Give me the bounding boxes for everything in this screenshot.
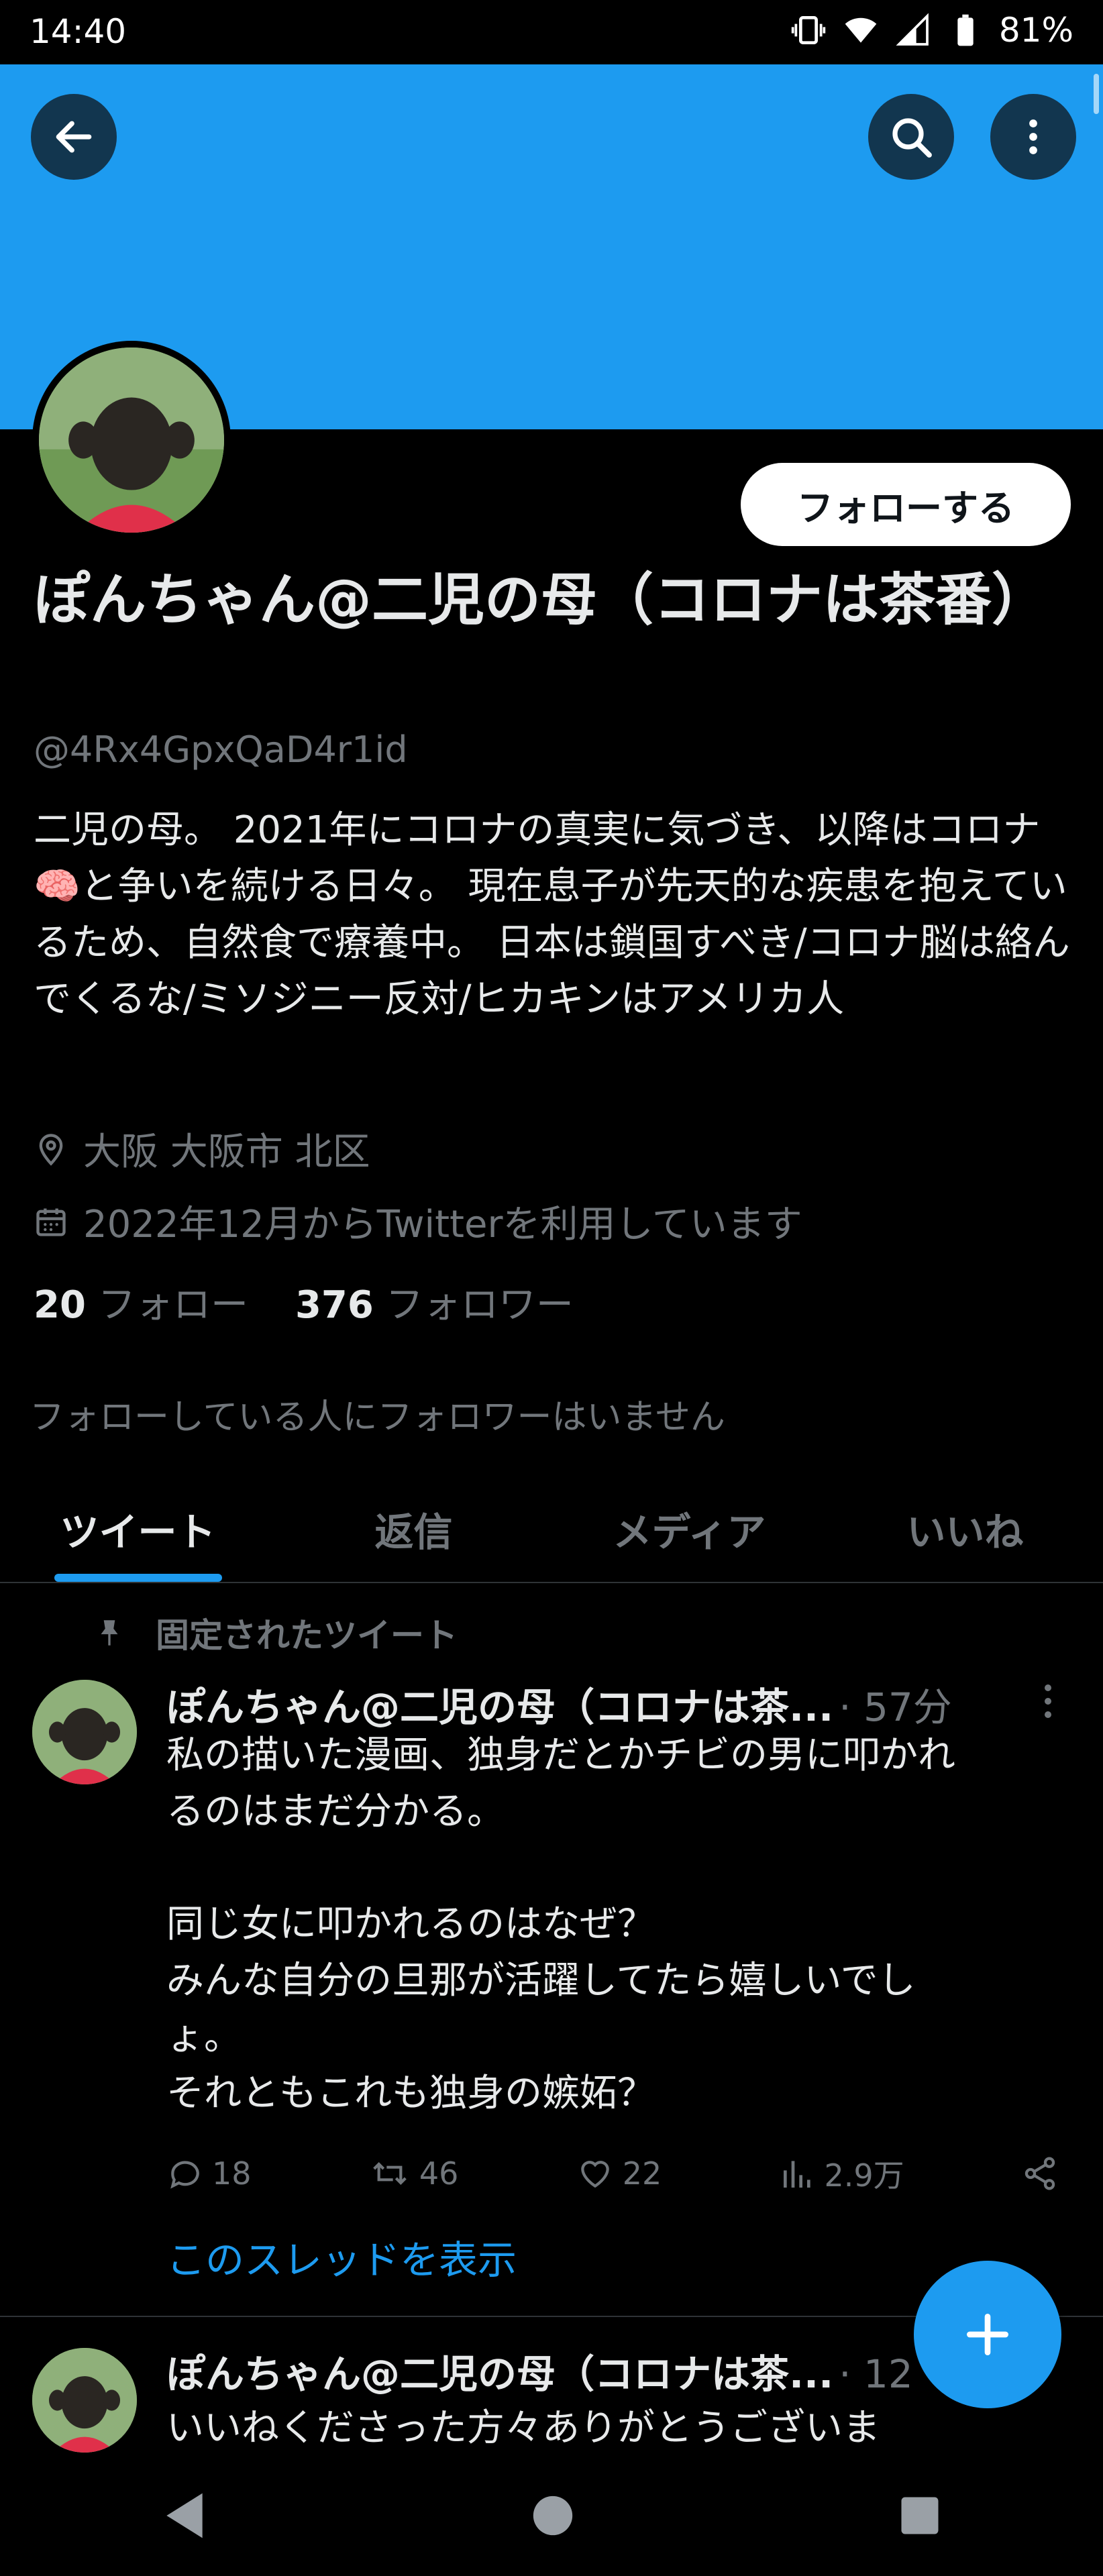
retweet-count: 46 <box>419 2155 459 2192</box>
status-icons: 81% <box>790 11 1073 50</box>
tweet-actions: 18 46 22 2.9万 <box>166 2147 1059 2200</box>
tab-likes[interactable]: いいね <box>827 1476 1103 1582</box>
signal-icon <box>896 13 929 46</box>
tweet-line: 私の描いた漫画、独身だとかチビの男に叩かれ <box>166 1733 955 1777</box>
system-nav-bar <box>0 2455 1103 2576</box>
profile-joined: 2022年12月からTwitterを利用しています <box>34 1194 802 1248</box>
arrow-left-icon <box>56 121 92 153</box>
following-label: フォロー <box>97 1283 248 1327</box>
tweet-line: それともこれも独身の嫉妬？ <box>166 2072 655 2115</box>
tweet-author-name[interactable]: ぽんちゃん@二児の母（コロナは茶... <box>166 1676 833 1732</box>
nav-recents-icon[interactable] <box>898 2493 942 2538</box>
profile-bio: 二児の母。 2021年にコロナの真実に気づき、以降はコロナ🧠と争いを続ける日々。… <box>34 808 1070 1021</box>
more-vertical-icon <box>1029 119 1037 154</box>
status-bar: 14:40 81% <box>0 0 1103 64</box>
followers-count: 376 <box>295 1283 374 1327</box>
profile-handle: @4Rx4GpxQaD4r1id <box>34 729 408 771</box>
tab-tweets[interactable]: ツイート <box>0 1476 276 1582</box>
share-icon <box>1025 2157 1055 2190</box>
followers-label: フォロワー <box>385 1283 574 1327</box>
nav-back-icon[interactable] <box>161 2489 208 2542</box>
retweet-button[interactable]: 46 <box>368 2155 459 2192</box>
reply-count: 18 <box>212 2155 252 2192</box>
location-pin-icon <box>39 1133 63 1166</box>
tweet-text: 私の描いた漫画、独身だとかチビの男に叩かれ るのはまだ分かる。 同じ女に叩かれる… <box>166 1727 1059 2122</box>
pinned-indicator: 固定されたツイート <box>93 1609 458 1657</box>
following-link[interactable]: 20 フォロー <box>34 1275 248 1329</box>
reply-icon <box>170 2161 199 2189</box>
search-icon <box>892 118 932 158</box>
follow-button[interactable]: フォローする <box>741 463 1071 546</box>
back-button[interactable] <box>31 94 117 180</box>
followers-link[interactable]: 376 フォロワー <box>295 1275 574 1329</box>
profile-location: 大阪 大阪市 北区 <box>34 1122 370 1176</box>
nav-home-icon[interactable] <box>529 2492 576 2539</box>
reply-button[interactable]: 18 <box>166 2155 252 2192</box>
wifi-icon <box>845 17 877 43</box>
joined-text: 2022年12月からTwitterを利用しています <box>83 1203 802 1246</box>
views-button[interactable]: 2.9万 <box>779 2151 904 2196</box>
battery-icon <box>957 14 974 46</box>
heart-icon <box>580 2161 609 2188</box>
tweet-line: みんな自分の旦那が活躍してたら嬉しいでし <box>166 1959 916 2002</box>
profile-name: ぽんちゃん@二児の母（コロナは茶番） <box>34 567 1049 633</box>
tweet-line <box>166 1840 1059 1896</box>
tweet-header: ぽんちゃん@二児の母（コロナは茶... · 12 <box>166 2343 913 2399</box>
profile-avatar[interactable] <box>32 341 231 539</box>
following-count: 20 <box>34 1283 86 1327</box>
analytics-icon <box>783 2161 810 2188</box>
calendar-icon <box>36 1208 66 1236</box>
scrollbar[interactable] <box>1094 74 1099 114</box>
share-button[interactable] <box>1021 2155 1059 2192</box>
profile-tabs: ツイート 返信 メディア いいね <box>0 1476 1103 1583</box>
tweet-text: いいねくださった方々ありがとうございま <box>166 2406 880 2450</box>
follow-stats: 20 フォロー 376 フォロワー <box>34 1275 574 1329</box>
view-count: 2.9万 <box>824 2157 904 2194</box>
search-button[interactable] <box>868 94 954 180</box>
retweet-icon <box>373 2162 407 2185</box>
tweet-avatar[interactable] <box>32 2348 137 2453</box>
avatar-photo <box>39 347 224 533</box>
status-time: 14:40 <box>30 12 127 51</box>
tab-replies[interactable]: 返信 <box>276 1476 552 1582</box>
tweet-author-name[interactable]: ぽんちゃん@二児の母（コロナは茶... <box>166 2343 833 2399</box>
like-button[interactable]: 22 <box>576 2155 662 2192</box>
pinned-label: 固定されたツイート <box>156 1616 458 1655</box>
vibrate-icon <box>791 16 826 44</box>
plus-icon <box>967 2314 1008 2355</box>
tweet-timestamp: · 12 <box>839 2351 913 2397</box>
child-photo-icon <box>32 2348 137 2453</box>
tweet-line: ょ。 <box>166 2015 242 2059</box>
child-photo-icon <box>39 347 224 533</box>
show-thread-link[interactable]: このスレッドを表示 <box>166 2229 517 2285</box>
tweet-timestamp: · 57分 <box>839 1684 952 1730</box>
mutual-followers-note: フォローしている人にフォロワーはいません <box>30 1397 725 1438</box>
tweet-more-icon[interactable] <box>1035 1681 1061 1721</box>
tweet-avatar[interactable] <box>32 1680 137 1784</box>
like-count: 22 <box>622 2155 662 2192</box>
tweet-line: るのはまだ分かる。 <box>166 1790 505 1833</box>
child-photo-icon <box>32 1680 137 1784</box>
battery-percent: 81% <box>998 11 1073 50</box>
compose-tweet-button[interactable] <box>914 2261 1061 2408</box>
pin-icon <box>101 1620 118 1646</box>
tab-media[interactable]: メディア <box>552 1476 827 1582</box>
location-text: 大阪 大阪市 北区 <box>83 1130 370 1174</box>
more-options-button[interactable] <box>990 94 1076 180</box>
tweet-line: 同じ女に叩かれるのはなぜ？ <box>166 1902 655 1946</box>
tweet-header: ぽんちゃん@二児の母（コロナは茶... · 57分 <box>166 1676 952 1732</box>
